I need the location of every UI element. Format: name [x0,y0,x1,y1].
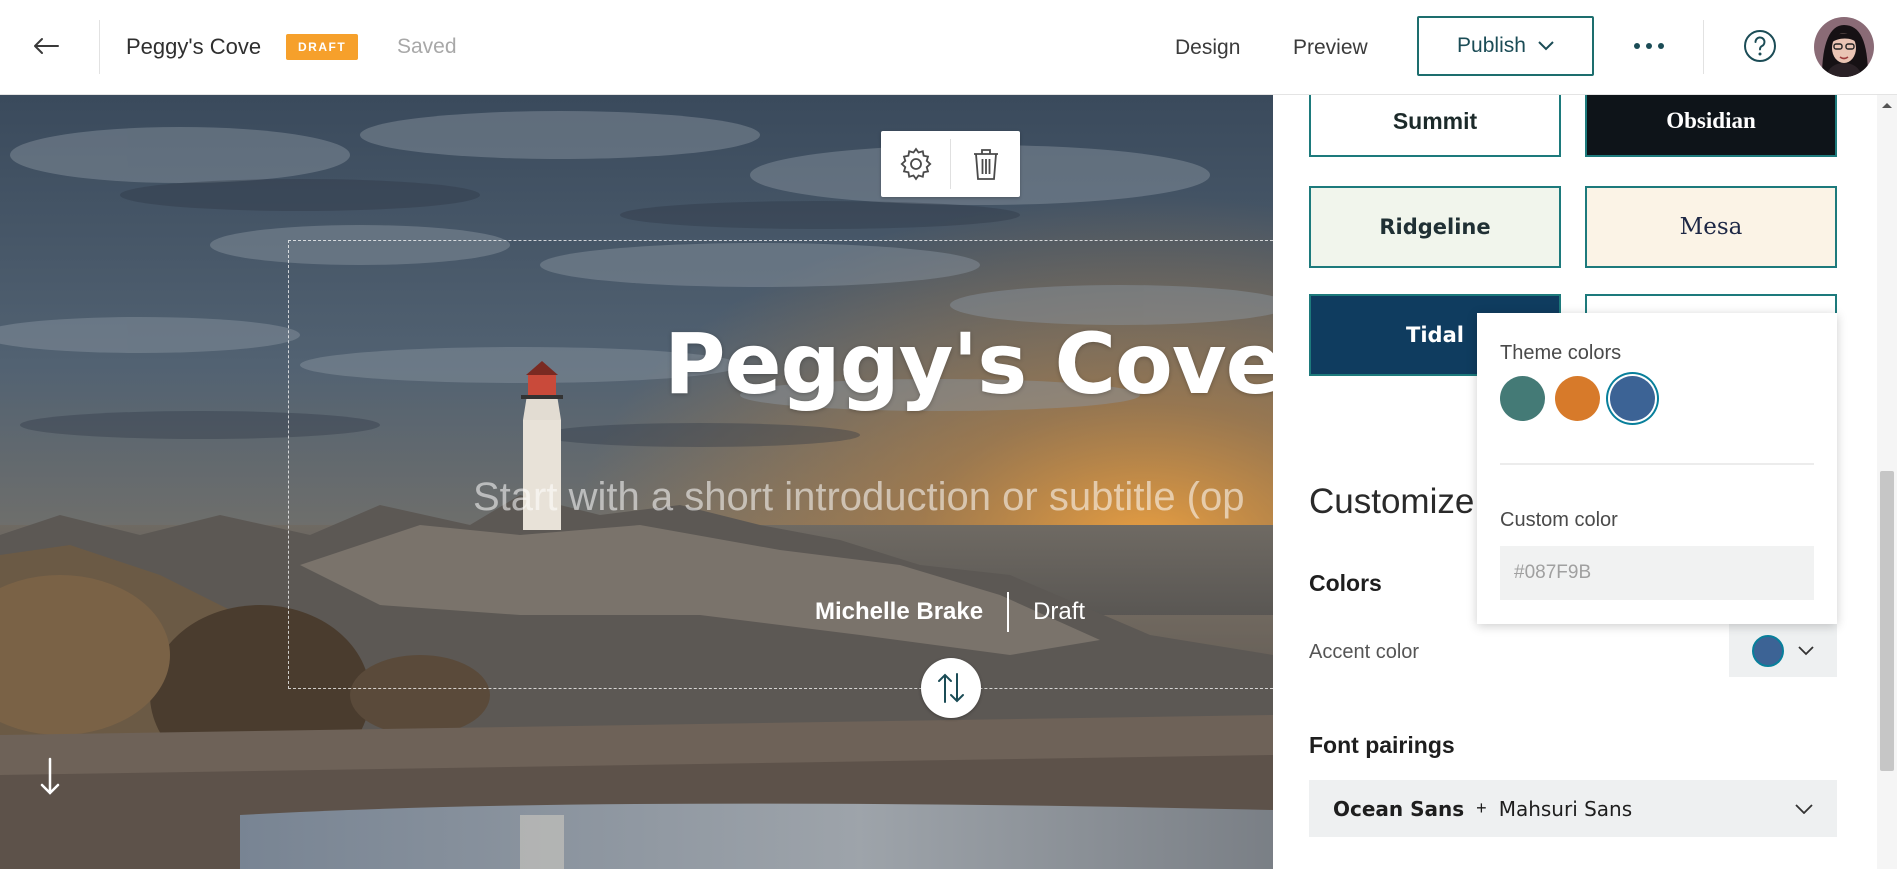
theme-ridgeline[interactable]: Ridgeline [1309,186,1561,268]
story-title[interactable]: Peggy's Cove [126,34,261,60]
theme-color-swatch[interactable] [1610,376,1655,421]
font-secondary: Mahsuri Sans [1498,796,1633,821]
publish-button[interactable]: Publish [1417,16,1594,76]
swap-vertical-icon [938,673,964,703]
preview-tab[interactable]: Preview [1293,36,1368,60]
save-status: Saved [397,35,457,58]
publish-status: Draft [1033,598,1086,625]
font-primary: Ocean Sans [1333,796,1465,821]
divider [1500,463,1814,465]
divider [1703,20,1704,74]
accent-color-dropdown[interactable] [1729,624,1837,677]
theme-color-swatch[interactable] [1555,376,1600,421]
theme-mesa[interactable]: Mesa [1585,186,1837,268]
delete-block-button[interactable] [951,131,1020,197]
more-options-button[interactable] [1622,28,1676,64]
divider [99,20,100,74]
status-badge: DRAFT [286,34,359,60]
custom-color-input[interactable] [1500,546,1814,600]
scroll-up-icon[interactable] [1881,101,1893,109]
block-toolbar [881,131,1020,197]
help-circle-icon [1744,30,1776,62]
author-name[interactable]: Michelle Brake [815,598,983,626]
chevron-down-icon [1795,803,1813,814]
selected-block-outline [288,240,1273,689]
byline-separator [1007,592,1010,632]
theme-colors-label: Theme colors [1500,342,1622,364]
chevron-down-icon [1538,41,1554,51]
gear-icon [899,147,932,181]
story-canvas[interactable]: Peggy's Cove Start with a short introduc… [0,95,1273,869]
font-pairing-dropdown[interactable]: Ocean Sans + Mahsuri Sans [1309,780,1837,837]
colors-heading: Colors [1309,570,1382,596]
back-button[interactable] [28,26,64,66]
arrow-down-icon [40,757,60,795]
block-settings-button[interactable] [881,131,950,197]
design-tab[interactable]: Design [1175,36,1240,60]
publish-label: Publish [1457,34,1526,57]
user-photo [1814,17,1874,77]
swap-layout-button[interactable] [921,658,981,718]
top-bar: Peggy's Cove DRAFT Saved Design Preview … [0,0,1897,95]
font-pairings-heading: Font pairings [1309,732,1455,758]
accent-color-swatch [1752,634,1784,667]
font-plus: + [1476,798,1487,818]
theme-summit[interactable]: Summit [1309,95,1561,157]
theme-obsidian[interactable]: Obsidian [1585,95,1837,157]
customize-heading: Customize [1309,482,1475,521]
byline: Michelle Brake Draft [815,592,1085,632]
custom-color-label: Custom color [1500,509,1618,531]
theme-color-swatch[interactable] [1500,376,1545,421]
more-horizontal-icon [1634,43,1664,49]
subtitle-placeholder[interactable]: Start with a short introduction or subti… [473,475,1244,520]
chevron-down-icon [1798,645,1814,655]
hero-title[interactable]: Peggy's Cove [664,315,1273,413]
avatar[interactable] [1814,17,1874,77]
scrollbar-thumb[interactable] [1880,471,1894,771]
help-button[interactable] [1743,29,1777,63]
accent-color-label: Accent color [1309,641,1420,663]
arrow-left-icon [34,38,59,54]
panel-scrollbar[interactable] [1877,95,1897,869]
trash-icon [973,149,998,180]
scroll-down-button[interactable] [34,755,66,799]
theme-color-swatches [1500,376,1655,421]
accent-color-popover: Theme colors Custom color [1477,313,1837,624]
